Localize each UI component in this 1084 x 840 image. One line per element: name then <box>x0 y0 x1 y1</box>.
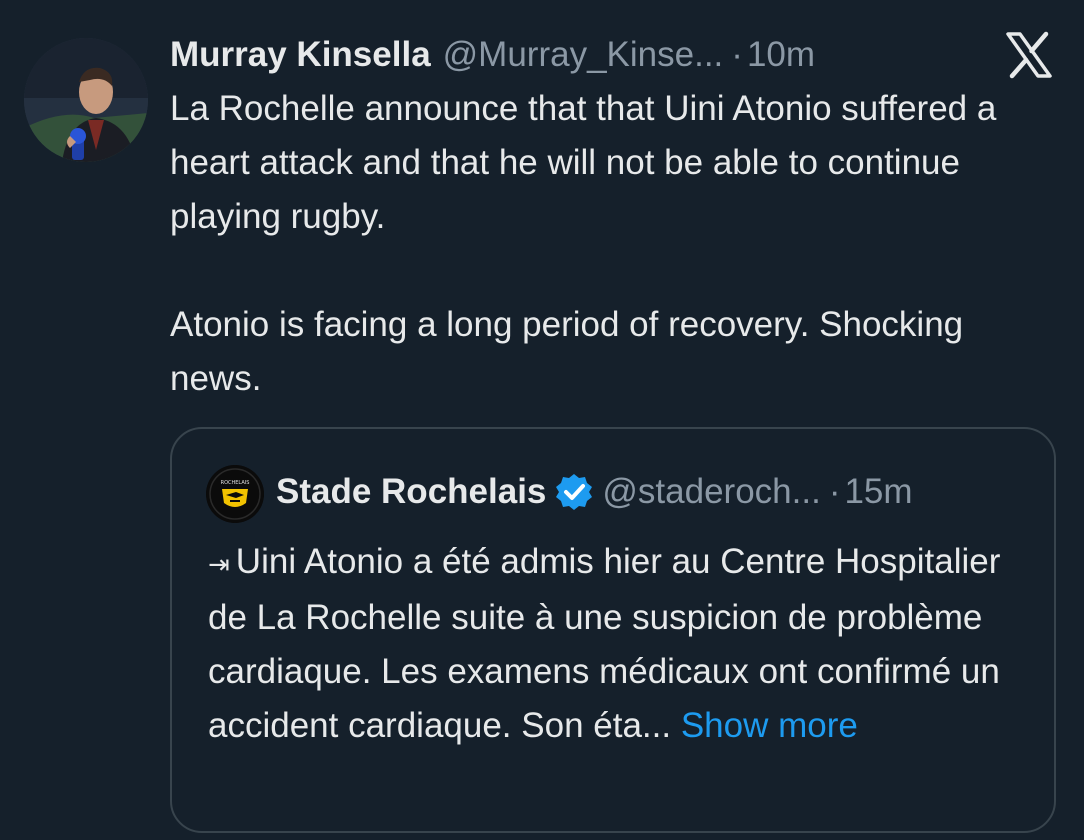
quoted-tweet-body: ⇥ Uini Atonio a été admis hier au Centre … <box>208 535 1028 753</box>
arrow-right-to-bar-icon: ⇥ <box>208 549 230 579</box>
show-more-link[interactable]: Show more <box>681 706 858 745</box>
quoted-header-separator: · <box>828 472 841 511</box>
tweet-paragraph: Atonio is facing a long period of recove… <box>170 305 964 398</box>
logo-lettering: ROCHELAIS <box>221 480 250 486</box>
stade-rochelais-logo-icon: ROCHELAIS <box>206 465 264 523</box>
quoted-tweet-text: Uini Atonio a été admis hier au Centre H… <box>208 542 1001 745</box>
quoted-author-avatar[interactable]: ROCHELAIS <box>206 465 264 523</box>
author-avatar[interactable] <box>24 38 148 162</box>
header-separator: · <box>731 35 743 74</box>
author-handle[interactable]: @Murray_Kinse... <box>443 32 724 78</box>
quoted-author-handle[interactable]: @staderoch... <box>602 469 820 515</box>
tweet-body: La Rochelle announce that that Uini Aton… <box>170 82 1050 406</box>
tweet-header: Murray Kinsella @Murray_Kinse... · 10m <box>170 32 815 78</box>
quoted-tweet-header: Stade Rochelais @staderoch... · 15m <box>276 469 913 515</box>
author-avatar-image <box>24 38 148 162</box>
quoted-author-name[interactable]: Stade Rochelais <box>276 469 546 515</box>
tweet-timestamp[interactable]: 10m <box>747 32 815 78</box>
verified-badge-icon <box>556 474 593 510</box>
quoted-tweet-timestamp[interactable]: 15m <box>844 469 912 515</box>
quoted-tweet-card[interactable]: ROCHELAIS Stade Rochelais @staderoch... … <box>170 427 1056 833</box>
x-logo-icon <box>1004 30 1054 80</box>
author-name[interactable]: Murray Kinsella <box>170 32 431 78</box>
tweet-paragraph: La Rochelle announce that that Uini Aton… <box>170 89 997 236</box>
